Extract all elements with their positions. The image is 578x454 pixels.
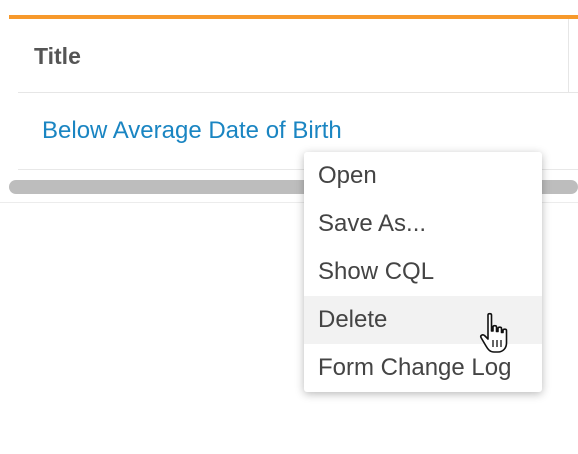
table-header bbox=[18, 19, 578, 93]
menu-item-open[interactable]: Open bbox=[304, 152, 542, 200]
hand-pointer-icon bbox=[479, 312, 508, 353]
row-title-link[interactable]: Below Average Date of Birth bbox=[42, 117, 342, 145]
column-divider bbox=[568, 19, 569, 92]
ui-stage: Title Below Average Date of Birth Open S… bbox=[0, 0, 578, 454]
column-header-title[interactable]: Title bbox=[34, 43, 81, 70]
menu-item-show-cql[interactable]: Show CQL bbox=[304, 248, 542, 296]
context-menu: Open Save As... Show CQL Delete Form Cha… bbox=[304, 152, 542, 392]
menu-item-save-as[interactable]: Save As... bbox=[304, 200, 542, 248]
